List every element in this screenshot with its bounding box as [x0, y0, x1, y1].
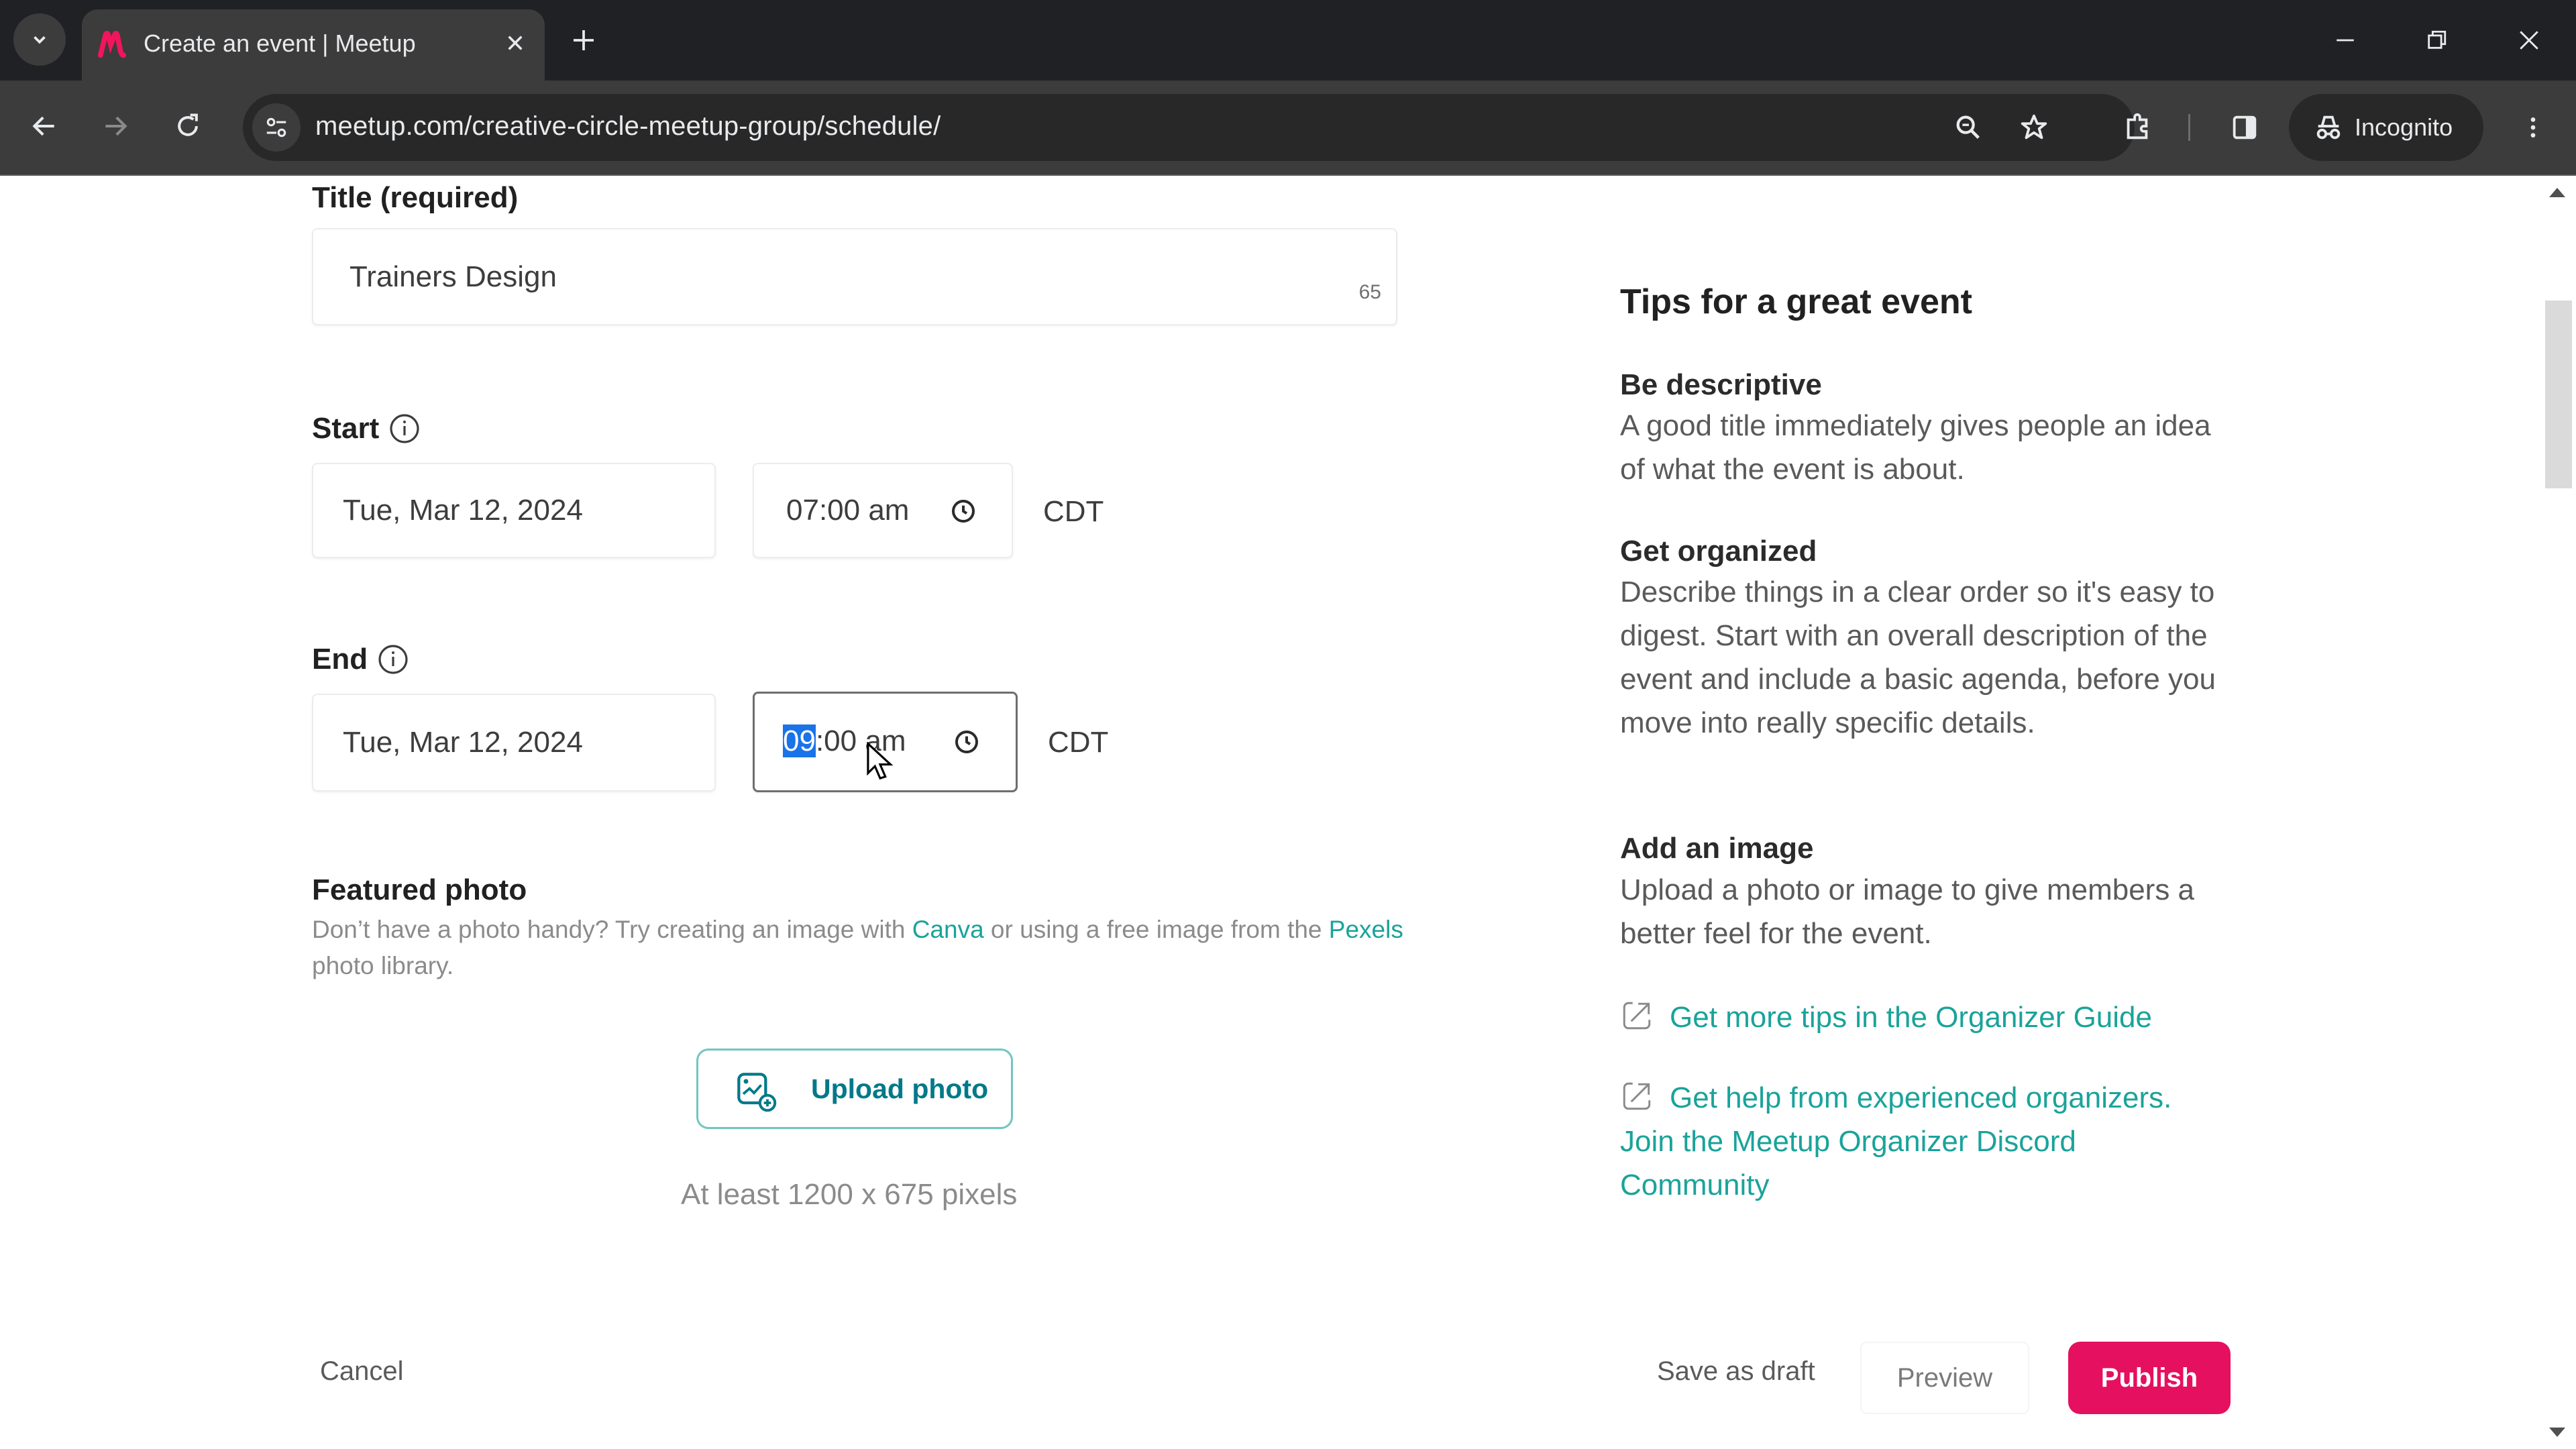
browser-tab-active[interactable]: Create an event | Meetup: [82, 9, 545, 80]
minimize-icon: [2337, 39, 2354, 42]
incognito-icon: [2316, 115, 2341, 140]
pexels-link[interactable]: Pexels: [1329, 916, 1403, 943]
tab-search-button[interactable]: [13, 13, 66, 66]
tip-heading: Be descriptive: [1620, 368, 1822, 401]
star-icon: [2021, 114, 2047, 140]
tip-body: Upload a photo or image to give members …: [1620, 873, 2195, 950]
arrow-left-icon: [32, 116, 54, 136]
upload-size-hint: At least 1200 x 675 pixels: [681, 1178, 1018, 1211]
scroll-up-arrow[interactable]: [2549, 188, 2565, 197]
organizer-guide-link[interactable]: Get more tips in the Organizer Guide: [1620, 996, 2224, 1039]
end-label-text: End: [312, 643, 368, 676]
tips-title: Tips for a great event: [1620, 282, 1972, 321]
browser-menu-button[interactable]: [2506, 101, 2560, 154]
save-draft-button[interactable]: Save as draft: [1657, 1356, 1815, 1387]
side-panel-button[interactable]: [2218, 101, 2271, 154]
zoom-button[interactable]: [1948, 107, 1988, 148]
start-time-input[interactable]: 07:00 am: [753, 463, 1013, 558]
bookmark-button[interactable]: [2014, 107, 2054, 148]
tip-heading: Add an image: [1620, 832, 1814, 865]
create-event-page: Title (required) Trainers Design 65 Star…: [0, 176, 2576, 1449]
toolbar-separator: [2188, 114, 2190, 141]
more-vert-icon: [2530, 117, 2536, 138]
new-tab-button[interactable]: [564, 20, 604, 60]
title-char-count: 65: [1358, 281, 1381, 303]
close-icon: [508, 36, 523, 50]
magnifier-icon: [1956, 115, 1980, 139]
puzzle-icon: [2127, 113, 2148, 140]
tune-icon: [266, 117, 286, 138]
start-date-input[interactable]: Tue, Mar 12, 2024: [312, 463, 716, 558]
tab-close-button[interactable]: [496, 24, 534, 62]
end-timezone: CDT: [1048, 726, 1109, 759]
close-window-button[interactable]: [2496, 13, 2563, 67]
cancel-button[interactable]: Cancel: [320, 1356, 404, 1387]
scrollbar-thumb[interactable]: [2545, 301, 2572, 488]
restore-icon: [2428, 30, 2447, 49]
side-panel-icon: [2233, 115, 2257, 140]
back-button[interactable]: [17, 99, 71, 153]
title-label-text: Title (required): [312, 181, 519, 214]
tab-title: Create an event | Meetup: [144, 30, 416, 57]
discord-community-link[interactable]: Get help from experienced organizers. Jo…: [1620, 1076, 2224, 1207]
reload-button[interactable]: [161, 99, 215, 153]
add-image-icon: [737, 1073, 777, 1112]
forward-button[interactable]: [89, 99, 142, 153]
incognito-label: Incognito: [2355, 113, 2453, 141]
title-input-value: Trainers Design: [350, 260, 557, 293]
incognito-indicator[interactable]: Incognito: [2289, 94, 2483, 161]
info-icon[interactable]: [388, 413, 421, 445]
reload-icon: [178, 113, 198, 136]
end-time-input[interactable]: 09:00 am: [753, 692, 1018, 792]
canva-link[interactable]: Canva: [912, 916, 984, 943]
mouse-cursor-icon: [867, 742, 894, 780]
title-label: Title (required): [312, 181, 518, 215]
start-time-value: 07:00 am: [786, 494, 910, 527]
external-link-icon: [1623, 1082, 1651, 1110]
desc-text: photo library.: [312, 952, 454, 979]
clock-icon[interactable]: [953, 729, 980, 755]
extensions-button[interactable]: [2110, 101, 2164, 154]
start-date-value: Tue, Mar 12, 2024: [343, 494, 583, 527]
restore-button[interactable]: [2403, 13, 2470, 67]
chevron-down-icon: [34, 36, 46, 44]
start-label: Start: [312, 412, 421, 445]
desc-text: Don’t have a photo handy? Try creating a…: [312, 916, 912, 943]
tip-heading: Get organized: [1620, 535, 1817, 568]
tip-body: A good title immediately gives people an…: [1620, 409, 2211, 486]
start-timezone: CDT: [1043, 495, 1104, 528]
upload-photo-label: Upload photo: [811, 1073, 989, 1104]
site-info-button[interactable]: [252, 103, 301, 152]
arrow-right-icon: [105, 116, 127, 136]
tip-body: Describe things in a clear order so it's…: [1620, 576, 2216, 739]
preview-button[interactable]: Preview: [1860, 1342, 2029, 1414]
close-icon: [2520, 31, 2538, 50]
discord-community-link-text[interactable]: Get help from experienced organizers. Jo…: [1620, 1081, 2171, 1201]
title-input[interactable]: Trainers Design 65: [312, 228, 1397, 325]
end-date-value: Tue, Mar 12, 2024: [343, 726, 583, 759]
plus-icon: [574, 30, 594, 50]
desc-text: or using a free image from the: [983, 916, 1329, 943]
end-date-input[interactable]: Tue, Mar 12, 2024: [312, 694, 716, 792]
scroll-down-arrow[interactable]: [2549, 1428, 2565, 1437]
organizer-guide-link-text[interactable]: Get more tips in the Organizer Guide: [1670, 1001, 2152, 1034]
publish-label: Publish: [2100, 1362, 2198, 1393]
start-label-text: Start: [312, 412, 380, 445]
url-text[interactable]: meetup.com/creative-circle-meetup-group/…: [315, 111, 941, 142]
minimize-button[interactable]: [2312, 13, 2379, 67]
preview-label: Preview: [1896, 1362, 1993, 1393]
end-time-hour-selected[interactable]: 09: [783, 724, 816, 757]
meetup-logo-icon: [97, 31, 127, 58]
address-bar[interactable]: meetup.com/creative-circle-meetup-group/…: [243, 94, 2135, 161]
featured-photo-description: Don’t have a photo handy? Try creating a…: [312, 912, 1419, 984]
browser-tab-bar: Create an event | Meetup: [0, 0, 2576, 80]
upload-photo-button[interactable]: Upload photo: [696, 1049, 1013, 1129]
info-icon[interactable]: [377, 643, 409, 676]
browser-toolbar: meetup.com/creative-circle-meetup-group/…: [0, 80, 2576, 176]
external-link-icon: [1623, 1002, 1651, 1030]
end-label: End: [312, 643, 409, 676]
featured-photo-title: Featured photo: [312, 873, 527, 906]
clock-icon[interactable]: [950, 498, 977, 525]
publish-button[interactable]: Publish: [2068, 1342, 2231, 1414]
